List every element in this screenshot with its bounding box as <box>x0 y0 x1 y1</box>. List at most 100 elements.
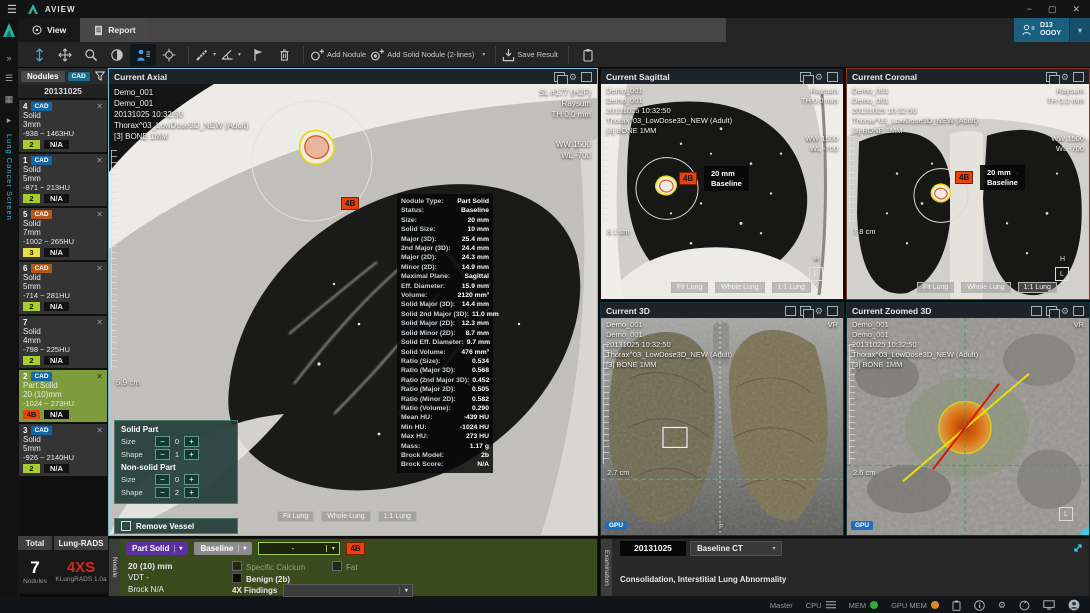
copy-icon[interactable] <box>800 306 811 316</box>
view-preset-button[interactable]: Fit Lung <box>917 282 954 293</box>
maximize-panel-icon[interactable] <box>1073 306 1084 316</box>
monitor-icon[interactable] <box>1043 600 1055 610</box>
ruler-dropdown-chevron-icon[interactable]: ▾ <box>213 51 216 58</box>
solid-size-plus-button[interactable]: + <box>184 436 199 447</box>
nodule-compare-select[interactable]: -▾ <box>258 542 340 555</box>
nonsolid-shape-minus-button[interactable]: − <box>155 487 170 498</box>
nodule-close-icon[interactable]: ✕ <box>96 318 103 327</box>
view-preset-button[interactable]: Fit Lung <box>671 282 708 293</box>
sagittal-nodule-badge[interactable]: 4B <box>679 172 697 185</box>
coronal-image-area[interactable]: Demo_001Demo_00120131025 10:32:50Thorax^… <box>847 84 1089 299</box>
resize-handle-icon[interactable] <box>1079 525 1089 535</box>
rail-menu-icon[interactable]: ☰ <box>0 73 18 84</box>
cad-findings-tool-button[interactable] <box>130 44 156 66</box>
axial-nodule-badge[interactable]: 4B <box>341 197 359 210</box>
pan-tool-button[interactable] <box>52 44 78 66</box>
minimize-button[interactable]: − <box>1027 4 1032 14</box>
tab-view[interactable]: View <box>18 18 80 42</box>
nodule-list-item[interactable]: 5 CAD ✕ Solid 7mm -1002 ~ 265HU 3 N/A <box>19 208 107 260</box>
delete-tool-button[interactable] <box>271 44 297 66</box>
patient-info-box[interactable]: D13 OOOY ▾ <box>1014 18 1090 42</box>
cad-filter-badge[interactable]: CAD <box>68 72 90 81</box>
close-button[interactable]: ✕ <box>1072 4 1080 15</box>
ruler-tool-button[interactable]: ▾ <box>195 48 220 62</box>
sync-icon[interactable] <box>1019 600 1030 611</box>
rail-grid-icon[interactable]: ▦ <box>0 94 18 105</box>
maximize-panel-icon[interactable] <box>827 72 838 82</box>
solid-size-minus-button[interactable]: − <box>155 436 170 447</box>
add-nodule-button[interactable]: Add Nodule <box>310 48 370 62</box>
view-preset-button[interactable]: Whole Lung <box>715 282 764 293</box>
nonsolid-shape-plus-button[interactable]: + <box>184 487 199 498</box>
patient-dropdown-chevron-icon[interactable]: ▾ <box>1069 18 1090 42</box>
settings-gear-icon[interactable]: ⚙ <box>569 73 577 81</box>
clipboard-status-icon[interactable] <box>952 600 961 611</box>
rail-expand-icon[interactable]: » <box>0 53 18 63</box>
nodule-list-item[interactable]: 4 CAD ✕ Solid 3mm -938 ~ 1463HU 2 N/A <box>19 100 107 152</box>
settings-gear-icon[interactable]: ⚙ <box>815 307 823 315</box>
zoomed-3d-image-area[interactable]: Demo_001Demo_00120131025 10:32:50Thorax^… <box>847 318 1089 535</box>
nodule-close-icon[interactable]: ✕ <box>96 156 103 165</box>
solid-shape-plus-button[interactable]: + <box>184 449 199 460</box>
maximize-panel-icon[interactable] <box>1073 72 1084 82</box>
layout-icon[interactable] <box>1031 306 1042 316</box>
settings-gear-icon[interactable]: ⚙ <box>998 601 1006 610</box>
fat-option[interactable]: Fat <box>332 561 358 572</box>
angle-tool-button[interactable]: ▾ <box>220 48 245 61</box>
nodule-list-item[interactable]: 6 CAD ✕ Solid 5mm -714 ~ 281HU 2 N/A <box>19 262 107 314</box>
settings-gear-icon[interactable]: ⚙ <box>1061 73 1069 81</box>
copy-icon[interactable] <box>800 72 811 82</box>
window-level-tool-button[interactable] <box>104 44 130 66</box>
tab-report[interactable]: Report <box>80 18 149 42</box>
examination-panel-tab[interactable]: Examination <box>601 539 612 596</box>
3d-image-area[interactable]: Demo_001Demo_00120131025 10:32:50Thorax^… <box>601 318 843 535</box>
angle-dropdown-chevron-icon[interactable]: ▾ <box>238 51 241 58</box>
settings-gear-icon[interactable]: ⚙ <box>815 73 823 81</box>
save-result-button[interactable]: Save Result <box>502 48 561 62</box>
sagittal-image-area[interactable]: Demo_001Demo_00120131025 10:32:50Thorax^… <box>601 84 843 299</box>
nodule-close-icon[interactable]: ✕ <box>96 264 103 273</box>
navigate-tool-button[interactable] <box>26 44 52 66</box>
crosshair-tool-button[interactable] <box>156 44 182 66</box>
benign-option[interactable]: Benign (2b) <box>232 573 290 584</box>
copy-icon[interactable] <box>1046 72 1057 82</box>
solid-shape-minus-button[interactable]: − <box>155 449 170 460</box>
nodule-type-dropdown[interactable]: Part Solid|▾ <box>126 542 188 555</box>
add-solid-dropdown-chevron-icon[interactable]: ▾ <box>482 51 485 58</box>
nodule-close-icon[interactable]: ✕ <box>96 210 103 219</box>
user-account-icon[interactable] <box>1068 599 1080 611</box>
study-date-row[interactable]: 20131025 <box>18 84 108 98</box>
nonsolid-size-minus-button[interactable]: − <box>155 474 170 485</box>
copy-icon[interactable] <box>554 72 565 82</box>
view-preset-button[interactable]: 1:1 Lung <box>378 511 417 522</box>
info-icon[interactable] <box>974 600 985 611</box>
nodule-list-item[interactable]: 3 CAD ✕ Solid 5mm -926 ~ 2140HU 2 N/A <box>19 424 107 476</box>
axial-image-area[interactable]: Demo_001Demo_00120131025 10:32:50Thorax^… <box>109 84 597 535</box>
rail-arrow-icon[interactable]: ▸ <box>0 115 18 126</box>
expand-panel-icon[interactable] <box>1072 542 1084 554</box>
nodule-close-icon[interactable]: ✕ <box>96 426 103 435</box>
nodule-close-icon[interactable]: ✕ <box>96 372 103 381</box>
nodule-list-item[interactable]: 7 ✕ Solid 4mm -798 ~ 225HU 2 N/A <box>19 316 107 368</box>
nodule-panel-tab[interactable]: Nodule <box>109 539 120 596</box>
hamburger-menu-icon[interactable]: ☰ <box>7 3 17 16</box>
maximize-panel-icon[interactable] <box>581 72 592 82</box>
layout-icon[interactable] <box>785 306 796 316</box>
copy-icon[interactable] <box>1046 306 1057 316</box>
maximize-panel-icon[interactable] <box>827 306 838 316</box>
settings-gear-icon[interactable]: ⚙ <box>1061 307 1069 315</box>
specific-calcium-checkbox[interactable] <box>232 561 242 571</box>
findings-select[interactable]: ▾ <box>283 584 413 597</box>
nodule-close-icon[interactable]: ✕ <box>96 102 103 111</box>
nodule-list-item[interactable]: 1 CAD ✕ Solid 5mm -871 ~ 213HU 2 N/A <box>19 154 107 206</box>
nodule-status-dropdown[interactable]: Baseline|▾ <box>194 542 252 555</box>
coronal-nodule-badge[interactable]: 4B <box>955 171 973 184</box>
filter-funnel-icon[interactable] <box>95 71 105 81</box>
view-preset-button[interactable]: 1:1 Lung <box>772 282 811 293</box>
zoom-tool-button[interactable] <box>78 44 104 66</box>
specific-calcium-option[interactable]: Specific Calcium <box>232 561 305 572</box>
examination-ct-select[interactable]: Baseline CT▾ <box>690 541 782 556</box>
view-preset-button[interactable]: Whole Lung <box>321 511 370 522</box>
remove-vessel-checkbox[interactable] <box>121 521 131 531</box>
add-solid-nodule-button[interactable]: Add Solid Nodule (2-lines)▾ <box>370 48 489 62</box>
